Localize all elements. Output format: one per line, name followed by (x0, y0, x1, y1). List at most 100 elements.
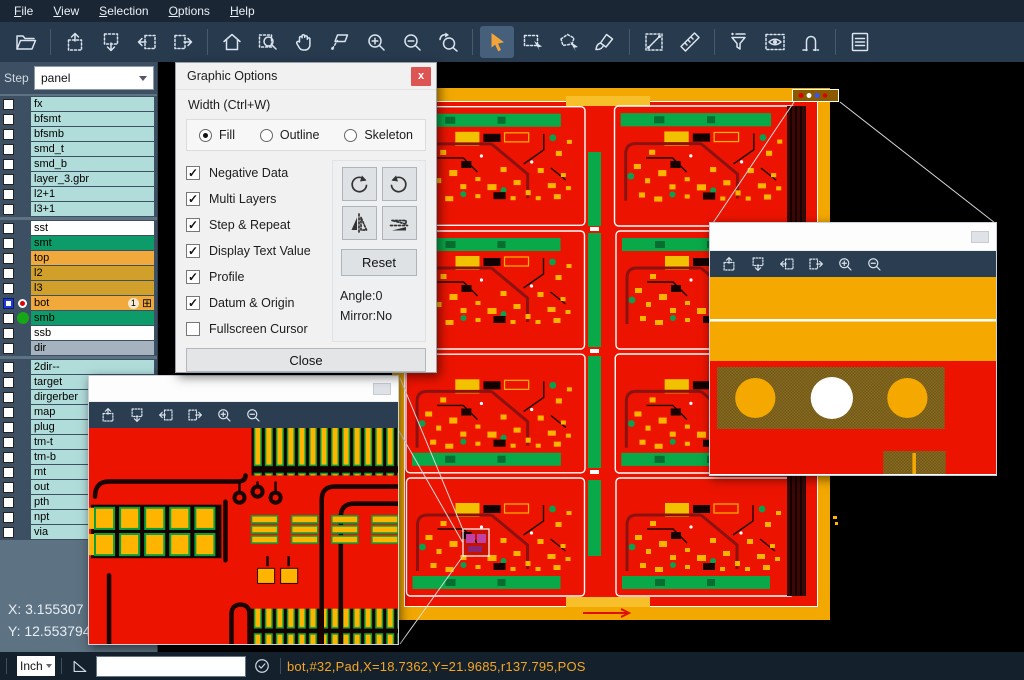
select-polygon-icon[interactable] (552, 26, 586, 58)
layer-checkbox[interactable] (3, 328, 14, 339)
layer-row-bot[interactable]: bot1⊞ (0, 296, 157, 310)
layer-name-cell[interactable]: top (31, 251, 154, 265)
zoom-view-fiducial[interactable] (710, 277, 996, 474)
pan-down-icon[interactable] (128, 406, 146, 424)
layer-checkbox[interactable] (3, 283, 14, 294)
radio-outline[interactable]: Outline (260, 128, 320, 142)
layer-name-cell[interactable]: sst (31, 221, 154, 235)
menu-view[interactable]: View (43, 1, 89, 21)
zoom-in-icon[interactable] (215, 406, 233, 424)
layer-checkbox[interactable] (3, 407, 14, 418)
radio-dot-icon[interactable] (260, 129, 273, 142)
corner-angle-icon[interactable] (70, 656, 90, 676)
zoom-previous-icon[interactable] (431, 26, 465, 58)
fiducial-marker[interactable] (793, 90, 839, 102)
menu-help[interactable]: Help (220, 1, 265, 21)
zoom-view-detail[interactable] (89, 428, 398, 644)
layer-name-cell[interactable]: smt (31, 236, 154, 250)
menu-selection[interactable]: Selection (89, 1, 158, 21)
checkbox-row[interactable]: Fullscreen Cursor (186, 316, 324, 342)
checkbox-icon[interactable]: ✓ (186, 270, 200, 284)
menu-file[interactable]: File (4, 1, 43, 21)
mirror-vertical-button[interactable] (382, 206, 417, 240)
layer-name-cell[interactable]: dir (31, 341, 154, 355)
layer-name-cell[interactable]: l3 (31, 281, 154, 295)
layer-row-bfsmt[interactable]: bfsmt (0, 112, 157, 126)
layer-checkbox[interactable] (3, 204, 14, 215)
layer-checkbox[interactable] (3, 313, 14, 324)
layer-name-cell[interactable]: smd_t (31, 142, 154, 156)
checkbox-icon[interactable]: ✓ (186, 192, 200, 206)
layer-name-cell[interactable]: smb (31, 311, 154, 325)
pan-up-icon[interactable] (58, 26, 92, 58)
radio-dot-icon[interactable] (344, 129, 357, 142)
unit-select[interactable]: Inch (17, 656, 55, 676)
pan-right-icon[interactable] (186, 406, 204, 424)
checkbox-row[interactable]: ✓Negative Data (186, 160, 324, 186)
layer-row-smd_t[interactable]: smd_t (0, 142, 157, 156)
layer-checkbox[interactable] (3, 362, 14, 373)
layer-checkbox[interactable] (3, 144, 14, 155)
layer-checkbox[interactable] (3, 512, 14, 523)
checkbox-row[interactable]: ✓Step & Repeat (186, 212, 324, 238)
menu-options[interactable]: Options (159, 1, 220, 21)
layer-name-cell[interactable]: smd_b (31, 157, 154, 171)
layer-checkbox[interactable] (3, 253, 14, 264)
zoom-in-icon[interactable] (359, 26, 393, 58)
layer-checkbox[interactable] (3, 129, 14, 140)
apply-icon[interactable] (252, 656, 272, 676)
radio-dot-icon[interactable] (199, 129, 212, 142)
layer-row-layer_3.gbr[interactable]: layer_3.gbr (0, 172, 157, 186)
layer-row-l3+1[interactable]: l3+1 (0, 202, 157, 216)
layer-checkbox[interactable] (3, 392, 14, 403)
select-rectangle-icon[interactable] (516, 26, 550, 58)
layer-row-smb[interactable]: smb (0, 311, 157, 325)
checkbox-icon[interactable]: ✓ (186, 296, 200, 310)
layer-checkbox[interactable] (3, 482, 14, 493)
layer-row-smd_b[interactable]: smd_b (0, 157, 157, 171)
checkbox-icon[interactable] (186, 322, 200, 336)
step-select[interactable]: panel (34, 66, 154, 90)
layer-row-sst[interactable]: sst (0, 221, 157, 235)
filter-icon[interactable] (722, 26, 756, 58)
open-folder-icon[interactable] (9, 26, 43, 58)
zoom-dynamic-icon[interactable] (323, 26, 357, 58)
dialog-title-bar[interactable]: Graphic Options x (176, 63, 436, 90)
layer-name-cell[interactable]: bot1⊞ (31, 296, 154, 310)
layer-checkbox[interactable] (3, 99, 14, 110)
zoom-out-icon[interactable] (244, 406, 262, 424)
layer-checkbox[interactable] (3, 238, 14, 249)
layer-row-smt[interactable]: smt (0, 236, 157, 250)
pan-up-icon[interactable] (99, 406, 117, 424)
layer-checkbox[interactable] (3, 268, 14, 279)
checkbox-icon[interactable]: ✓ (186, 244, 200, 258)
zoom-popup-right[interactable] (709, 222, 997, 476)
zoom-popup-left[interactable] (88, 375, 399, 645)
layer-row-2dir--[interactable]: 2dir-- (0, 360, 157, 374)
layer-name-cell[interactable]: fx (31, 97, 154, 111)
checkbox-icon[interactable]: ✓ (186, 218, 200, 232)
select-arrow-icon[interactable] (480, 26, 514, 58)
rotate-cw-button[interactable] (342, 167, 377, 201)
checkbox-icon[interactable]: ✓ (186, 166, 200, 180)
close-button[interactable]: Close (186, 348, 426, 372)
window-button-icon[interactable] (971, 231, 989, 243)
close-icon[interactable]: x (411, 67, 431, 86)
layer-checkbox[interactable] (3, 189, 14, 200)
layer-checkbox[interactable] (3, 114, 14, 125)
pan-right-icon[interactable] (166, 26, 200, 58)
layer-row-l2[interactable]: l2 (0, 266, 157, 280)
view-inside-icon[interactable] (758, 26, 792, 58)
step-repeat-grid-icon[interactable]: ⊞ (142, 297, 152, 309)
layer-name-cell[interactable]: l2 (31, 266, 154, 280)
radio-fill[interactable]: Fill (199, 128, 235, 142)
radio-skeleton[interactable]: Skeleton (344, 128, 413, 142)
zoom-out-icon[interactable] (865, 255, 883, 273)
layer-checkbox[interactable] (3, 497, 14, 508)
layer-checkbox[interactable] (3, 377, 14, 388)
window-button-icon[interactable] (373, 383, 391, 395)
layer-name-cell[interactable]: l3+1 (31, 202, 154, 216)
layer-row-l2+1[interactable]: l2+1 (0, 187, 157, 201)
layer-checkbox[interactable] (3, 452, 14, 463)
layer-checkbox[interactable] (3, 343, 14, 354)
